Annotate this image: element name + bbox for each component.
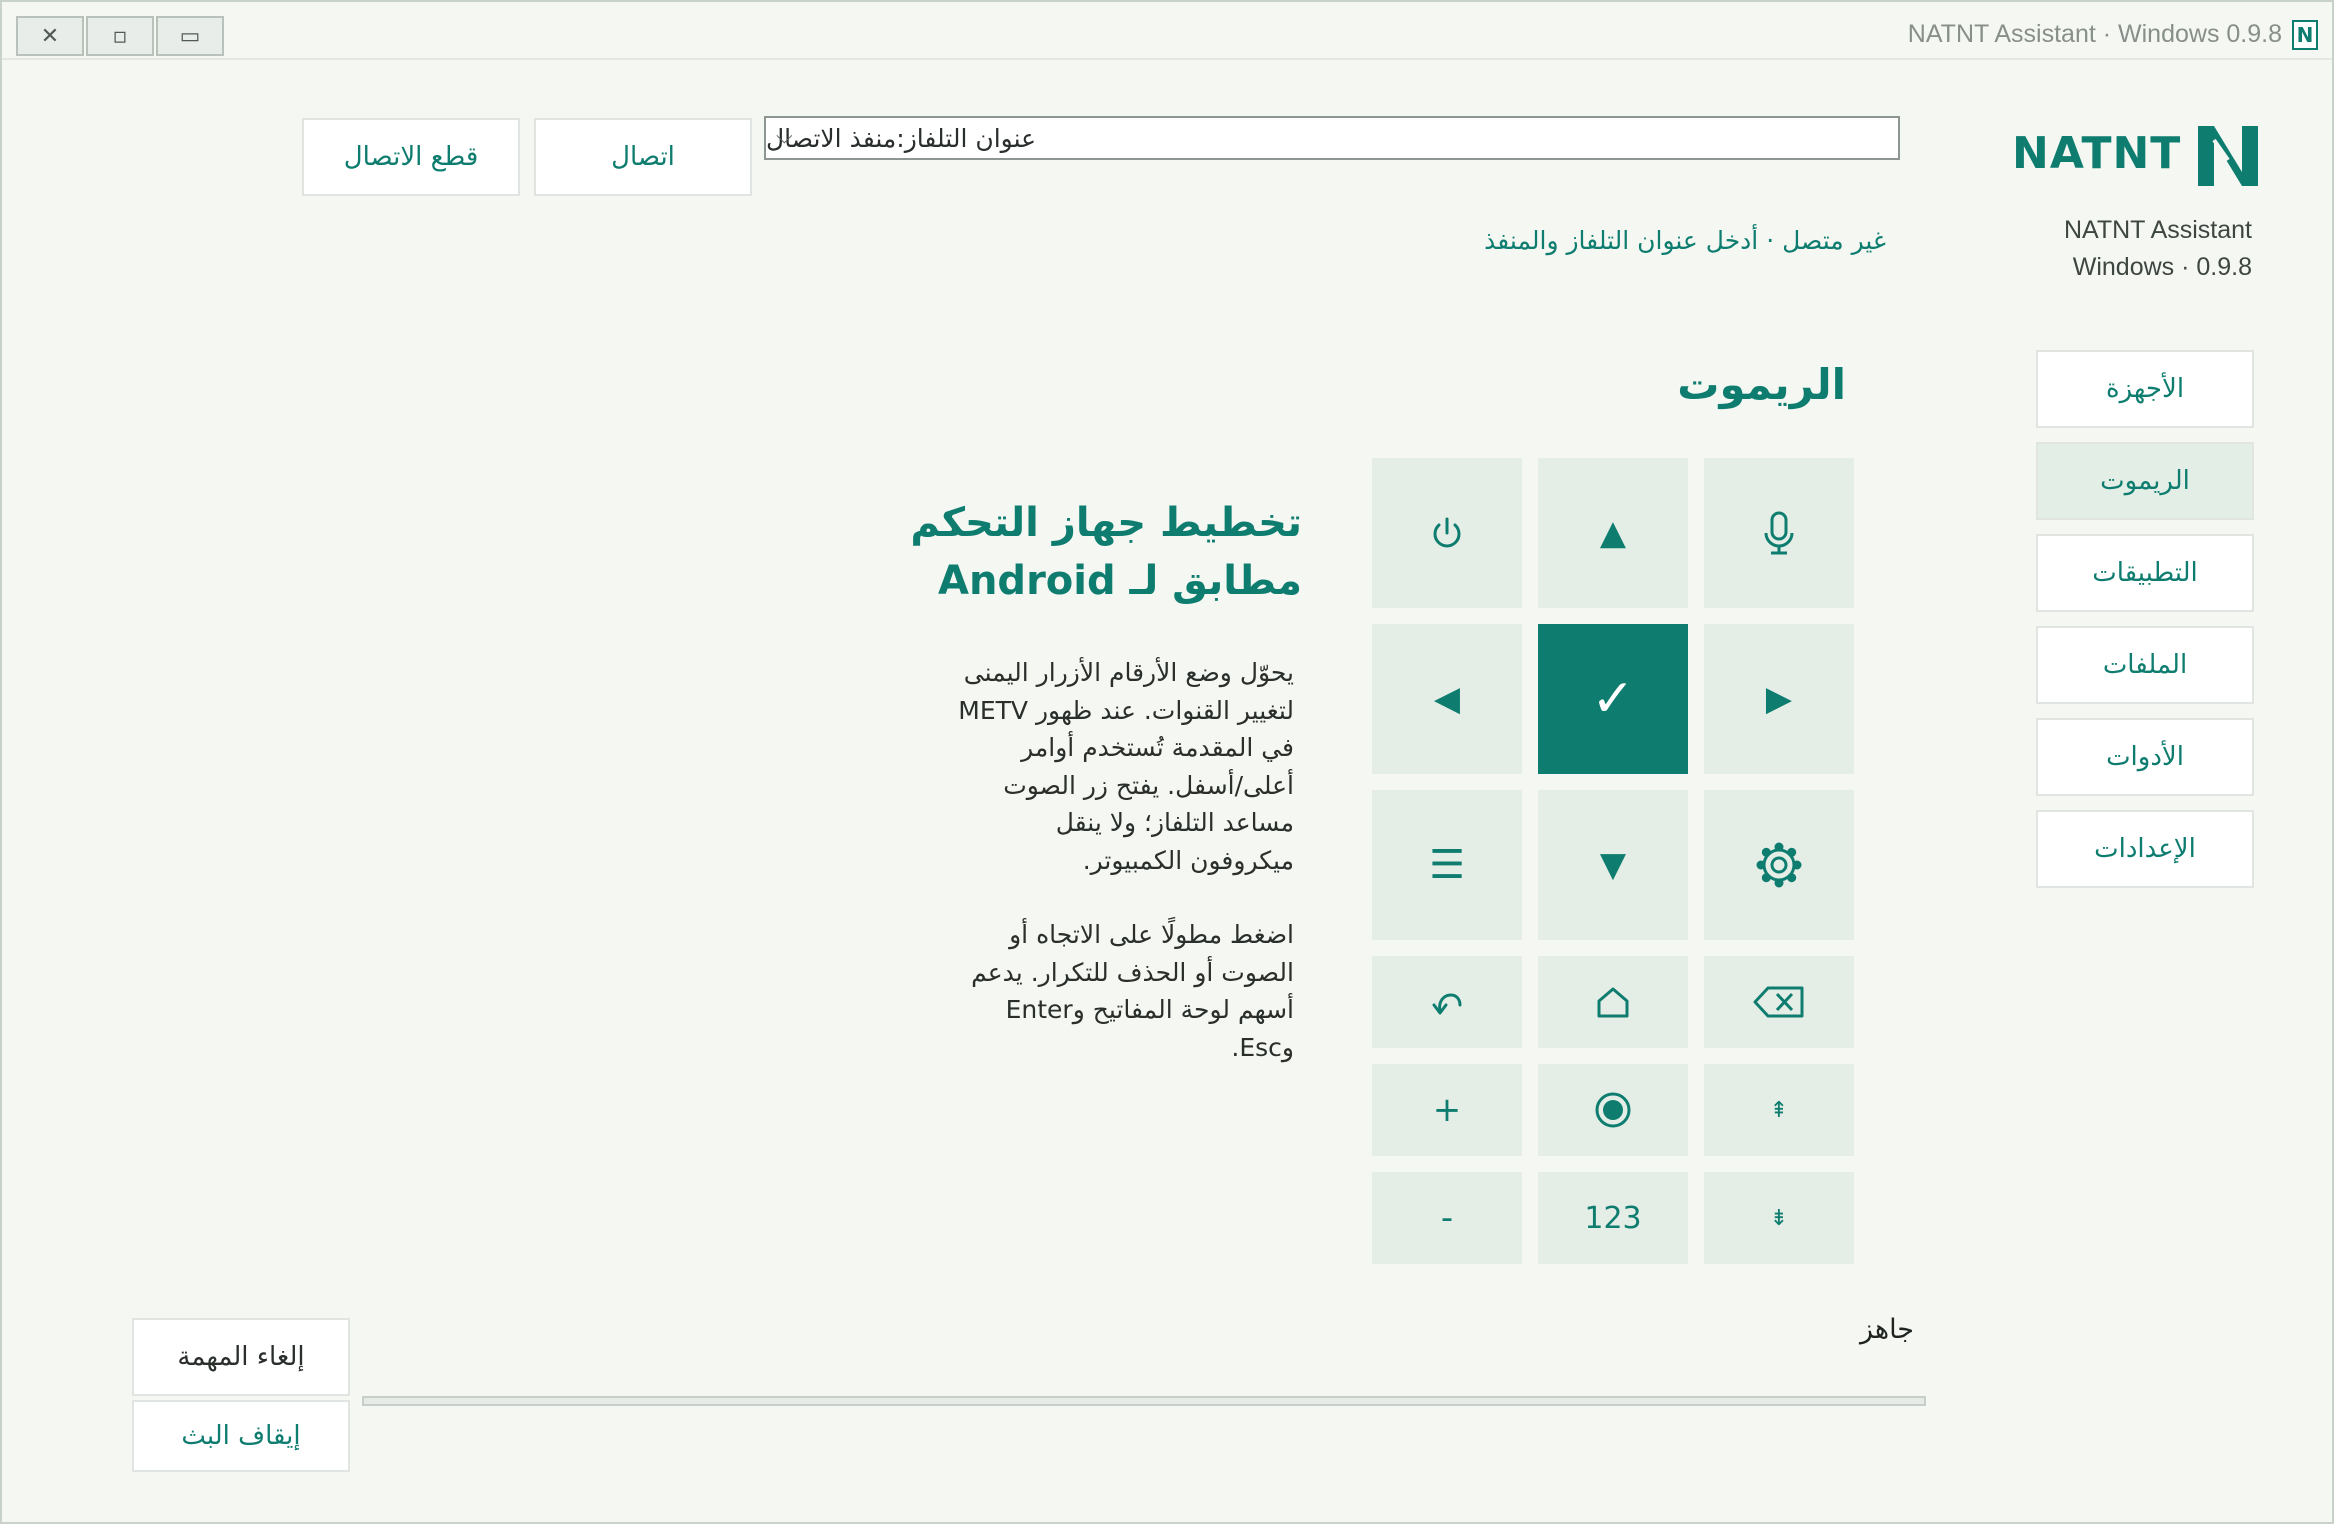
guide-text-line: ميكروفون الكمبيوتر. — [1082, 845, 1294, 875]
record-icon — [1595, 1092, 1631, 1128]
sidebar-item-apps[interactable]: التطبيقات — [2036, 534, 2254, 612]
guide-text-line: لتغيير القنوات. عند ظهور METV — [958, 695, 1294, 725]
chevron-down-icon[interactable]: ⌵ — [776, 124, 793, 149]
guide-text-line: اضغط مطولًا على الاتجاه أو — [1009, 920, 1294, 949]
window-title: NATNT Assistant · Windows 0.9.8 — [1907, 20, 2282, 48]
sidebar-item-remote[interactable]: الريموت — [2036, 442, 2254, 520]
sidebar-item-label: الريموت — [2100, 466, 2190, 496]
restore-window-button[interactable]: ▫ — [86, 16, 154, 56]
channel-down-button[interactable]: ⇟ — [1704, 1172, 1854, 1264]
power-button[interactable] — [1372, 458, 1522, 608]
connect-button[interactable]: اتصال — [534, 118, 752, 196]
channel-down-icon: ⇟ — [1769, 1205, 1789, 1231]
backspace-icon — [1753, 986, 1804, 1018]
sidebar-item-label: الإعدادات — [2094, 834, 2196, 864]
menu-button[interactable]: ☰ — [1372, 790, 1522, 940]
dpad-right-button[interactable]: ▶ — [1704, 624, 1854, 774]
section-title: الريموت — [1677, 360, 1846, 409]
disconnect-button-label: قطع الاتصال — [343, 142, 479, 172]
sidebar-item-settings[interactable]: الإعدادات — [2036, 810, 2254, 888]
tv-address-text: عنوان التلفاز:منفذ الاتصال — [766, 123, 1037, 153]
sidebar-item-label: التطبيقات — [2092, 558, 2198, 588]
sidebar-item-files[interactable]: الملفات — [2036, 626, 2254, 704]
dpad-ok-button[interactable]: ✓ — [1538, 624, 1688, 774]
close-window-button[interactable]: ✕ — [16, 16, 84, 56]
cancel-task-button[interactable]: إلغاء المهمة — [132, 1318, 350, 1396]
cancel-task-label: إلغاء المهمة — [177, 1342, 305, 1372]
restore-icon: ▫ — [112, 23, 128, 49]
connection-status: غير متصل · أدخل عنوان التلفاز والمنفذ — [1484, 226, 1886, 255]
guide-text-line: الصوت أو الحذف للتكرار. يدعم — [971, 957, 1294, 987]
guide-text-line: وEsc. — [1231, 1032, 1294, 1062]
minimize-window-button[interactable]: ▭ — [156, 16, 224, 56]
right-arrow-icon: ▶ — [1765, 679, 1793, 719]
guide-text-line: يحوّل وضع الأرقام الأزرار اليمنى — [963, 658, 1294, 687]
volume-down-button[interactable]: - — [1372, 1172, 1522, 1264]
minimize-icon: ▭ — [179, 23, 201, 49]
plus-icon: + — [1432, 1090, 1462, 1130]
power-icon — [1433, 517, 1461, 548]
guide-title-line: مطابق لـ Android — [938, 558, 1302, 604]
stop-stream-label: إيقاف البث — [181, 1421, 301, 1451]
stop-stream-button[interactable]: إيقاف البث — [132, 1400, 350, 1472]
numbers-button[interactable]: 123 — [1538, 1172, 1688, 1264]
dpad-up-button[interactable]: ▲ — [1538, 458, 1688, 608]
check-icon: ✓ — [1591, 669, 1635, 729]
gear-icon — [1756, 842, 1802, 888]
tv-address-combobox[interactable]: عنوان التلفاز:منفذ الاتصال ⌵ — [764, 116, 1900, 160]
dpad-down-button[interactable]: ▼ — [1538, 790, 1688, 940]
guide-text-line: أعلى/أسفل. يفتح زر الصوت — [1003, 770, 1294, 800]
brand-name: NATNT — [2012, 128, 2182, 179]
app-name: NATNT Assistant — [2063, 216, 2252, 244]
guide-title-line: تخطيط جهاز التحكم — [910, 500, 1302, 546]
ready-status: جاهز — [1859, 1314, 1914, 1345]
home-icon — [1597, 987, 1629, 1018]
channel-up-button[interactable]: ⇞ — [1704, 1064, 1854, 1156]
back-icon — [1432, 993, 1462, 1015]
disconnect-button[interactable]: قطع الاتصال — [302, 118, 520, 196]
sidebar-item-devices[interactable]: الأجهزة — [2036, 350, 2254, 428]
sidebar-item-label: الملفات — [2102, 650, 2188, 680]
left-arrow-icon: ◀ — [1433, 679, 1461, 719]
guide-text-line: أسهم لوحة المفاتيح وEnter — [1005, 995, 1294, 1024]
progress-bar — [362, 1396, 1926, 1406]
guide-paragraph-1: يحوّل وضع الأرقام الأزرار اليمنى لتغيير … — [872, 654, 1294, 879]
minus-icon: - — [1440, 1198, 1454, 1238]
natnt-logo-icon — [2198, 126, 2258, 186]
delete-button[interactable] — [1704, 956, 1854, 1048]
settings-button[interactable] — [1704, 790, 1854, 940]
guide-text-line: مساعد التلفاز؛ ولا ينقل — [1055, 808, 1294, 837]
sidebar-item-tools[interactable]: الأدوات — [2036, 718, 2254, 796]
record-button[interactable] — [1538, 1064, 1688, 1156]
close-icon: ✕ — [40, 23, 60, 49]
channel-up-icon: ⇞ — [1769, 1097, 1789, 1123]
app-logo-icon: N — [2292, 20, 2318, 50]
home-button[interactable] — [1538, 956, 1688, 1048]
app-window: ✕ ▫ ▭ NATNT Assistant · Windows 0.9.8 N … — [0, 0, 2334, 1524]
title-bar: ✕ ▫ ▭ NATNT Assistant · Windows 0.9.8 N — [2, 2, 2332, 60]
connect-button-label: اتصال — [611, 142, 675, 172]
up-arrow-icon: ▲ — [1599, 513, 1627, 553]
guide-title: تخطيط جهاز التحكم مطابق لـ Android — [882, 494, 1302, 610]
microphone-icon — [1764, 511, 1794, 555]
dpad-left-button[interactable]: ◀ — [1372, 624, 1522, 774]
down-arrow-icon: ▼ — [1599, 845, 1627, 885]
numbers-label: 123 — [1584, 1200, 1642, 1236]
sidebar-item-label: الأجهزة — [2105, 374, 2185, 404]
guide-text-line: في المقدمة تُستخدم أوامر — [1021, 733, 1294, 762]
guide-paragraph-2: اضغط مطولًا على الاتجاه أو الصوت أو الحذ… — [872, 916, 1294, 1066]
back-button[interactable] — [1372, 956, 1522, 1048]
sidebar-item-label: الأدوات — [2106, 742, 2184, 772]
app-version: Windows · 0.9.8 — [2072, 253, 2252, 281]
voice-button[interactable] — [1704, 458, 1854, 608]
volume-up-button[interactable]: + — [1372, 1064, 1522, 1156]
menu-icon: ☰ — [1429, 842, 1465, 888]
